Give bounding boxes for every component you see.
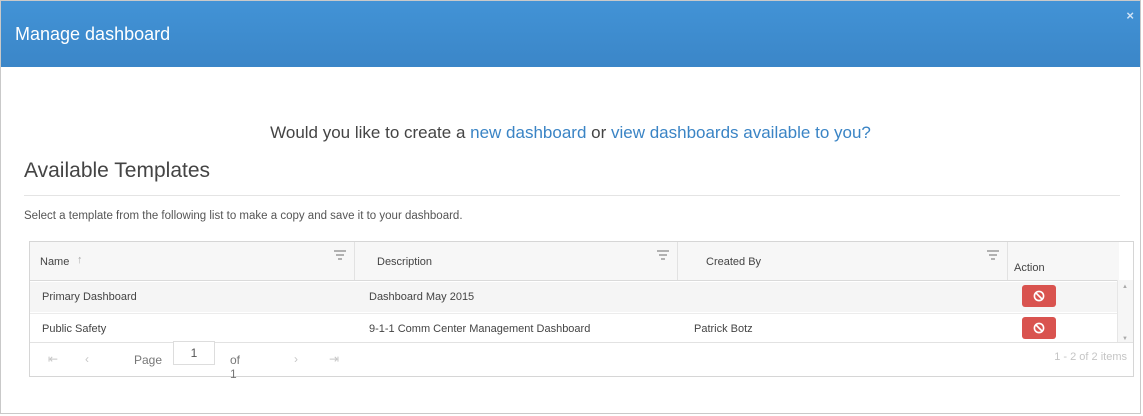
page-number-input[interactable] [173,341,215,365]
last-page-button[interactable]: ⇥ [329,352,339,366]
vertical-scrollbar[interactable]: ▲ ▼ [1117,280,1133,346]
sort-asc-icon: ↑ [77,254,83,266]
column-header-created-by[interactable]: Created By [678,242,1008,280]
page-label: Page [134,353,163,367]
first-page-button[interactable]: ⇤ [48,352,58,366]
close-button[interactable]: × [1126,9,1134,22]
filter-icon[interactable] [987,250,999,260]
scroll-up-icon[interactable]: ▲ [1122,284,1128,290]
prev-page-button[interactable]: ‹ [85,352,89,366]
column-header-action: Action [1008,242,1119,280]
page-count-label: of 1 [230,353,241,381]
filter-icon[interactable] [334,250,346,260]
column-header-name[interactable]: Name ↑ [30,242,355,280]
question-prefix: Would you like to create a [270,123,471,142]
column-label-name: Name [40,256,70,268]
cell-description: Dashboard May 2015 [369,291,475,303]
cell-name: Public Safety [42,323,107,335]
dashboard-question: Would you like to create a new dashboard… [1,123,1140,143]
column-label-action: Action [1014,262,1045,274]
column-label-description: Description [377,256,433,268]
view-dashboards-link[interactable]: view dashboards available to you? [611,123,871,142]
next-page-button[interactable]: › [294,352,298,366]
dialog-title: Manage dashboard [15,24,171,44]
delete-icon [1033,290,1045,302]
dialog-header: Manage dashboard × [1,1,1140,67]
manage-dashboard-dialog: Manage dashboard × Would you like to cre… [0,0,1141,414]
delete-template-button[interactable] [1022,285,1056,307]
section-hint: Select a template from the following lis… [24,210,463,222]
section-title: Available Templates [24,159,211,182]
table-row[interactable]: Public Safety 9-1-1 Comm Center Manageme… [30,313,1119,344]
section-divider [24,195,1120,196]
delete-template-button[interactable] [1022,317,1056,339]
column-label-created-by: Created By [706,256,762,268]
cell-description: 9-1-1 Comm Center Management Dashboard [369,323,591,335]
table-row[interactable]: Primary Dashboard Dashboard May 2015 [30,282,1119,312]
new-dashboard-link[interactable]: new dashboard [470,123,586,142]
cell-created-by: Patrick Botz [694,323,753,335]
cell-name: Primary Dashboard [42,291,137,303]
delete-icon [1033,322,1045,334]
question-middle: or [586,123,611,142]
grid-header: Name ↑ Description Created By Action [30,242,1119,281]
items-count: 1 - 2 of 2 items [1054,351,1127,363]
filter-icon[interactable] [657,250,669,260]
grid-pager: ⇤ ‹ Page of 1 › ⇥ 1 - 2 of 2 items [30,341,1133,381]
templates-grid: Name ↑ Description Created By Action Pri… [29,241,1134,381]
column-header-description[interactable]: Description [355,242,678,280]
